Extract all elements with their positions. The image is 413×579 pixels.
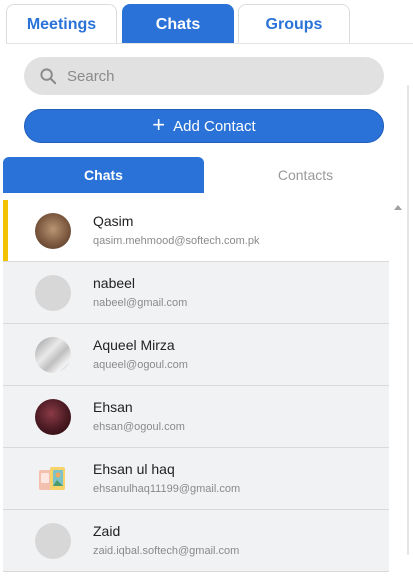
tab-meetings[interactable]: Meetings — [6, 4, 117, 44]
scrollbar[interactable] — [389, 200, 407, 574]
add-contact-button[interactable]: + Add Contact — [24, 109, 384, 143]
search-icon — [40, 67, 57, 84]
contact-item[interactable]: Qasim qasim.mehmood@softech.com.pk — [3, 200, 389, 262]
contact-name: Ehsan — [93, 399, 133, 415]
chat-tab-bar: Chats Contacts — [3, 157, 407, 193]
avatar — [35, 213, 71, 249]
contact-email: ehsanulhaq11199@gmail.com — [93, 483, 241, 495]
contact-name: Qasim — [93, 213, 134, 229]
contact-name: Aqueel Mirza — [93, 337, 175, 353]
avatar — [35, 523, 71, 559]
contact-name: Ehsan ul haq — [93, 461, 175, 477]
contact-item[interactable]: Aqueel Mirza aqueel@ogoul.com — [3, 324, 389, 386]
contact-email: ehsan@ogoul.com — [93, 421, 185, 433]
contact-email: qasim.mehmood@softech.com.pk — [93, 235, 260, 247]
search-input[interactable] — [67, 67, 367, 85]
panel-border — [407, 85, 409, 555]
contact-name: nabeel — [93, 275, 136, 291]
add-contact-label: Add Contact — [173, 117, 256, 135]
tab-chats-list[interactable]: Chats — [3, 157, 204, 193]
top-tab-bar: Meetings Chats Groups — [6, 4, 407, 44]
contact-email: nabeel@gmail.com — [93, 297, 188, 309]
search-bar[interactable] — [24, 57, 384, 95]
scroll-up-arrow-icon[interactable] — [394, 205, 402, 210]
contact-item[interactable]: Ehsan ehsan@ogoul.com — [3, 386, 389, 448]
tab-contacts-list[interactable]: Contacts — [204, 157, 407, 193]
contact-item[interactable]: Ehsan ul haq ehsanulhaq11199@gmail.com — [3, 448, 389, 510]
cartoon-avatar-icon — [39, 467, 65, 490]
avatar — [35, 461, 71, 497]
contact-name: Zaid — [93, 523, 121, 539]
contact-item[interactable]: nabeel nabeel@gmail.com — [3, 262, 389, 324]
contact-email: zaid.iqbal.softech@gmail.com — [93, 545, 240, 557]
contact-email: aqueel@ogoul.com — [93, 359, 188, 371]
avatar — [35, 399, 71, 435]
contact-list: Qasim qasim.mehmood@softech.com.pk nabee… — [3, 200, 389, 574]
tab-chats[interactable]: Chats — [122, 4, 234, 44]
avatar — [35, 275, 71, 311]
plus-icon: + — [152, 112, 166, 137]
contact-item[interactable]: Zaid zaid.iqbal.softech@gmail.com — [3, 510, 389, 572]
selected-marker — [3, 200, 8, 261]
tab-groups[interactable]: Groups — [238, 4, 350, 44]
avatar — [35, 337, 71, 373]
tab-divider — [6, 43, 413, 44]
